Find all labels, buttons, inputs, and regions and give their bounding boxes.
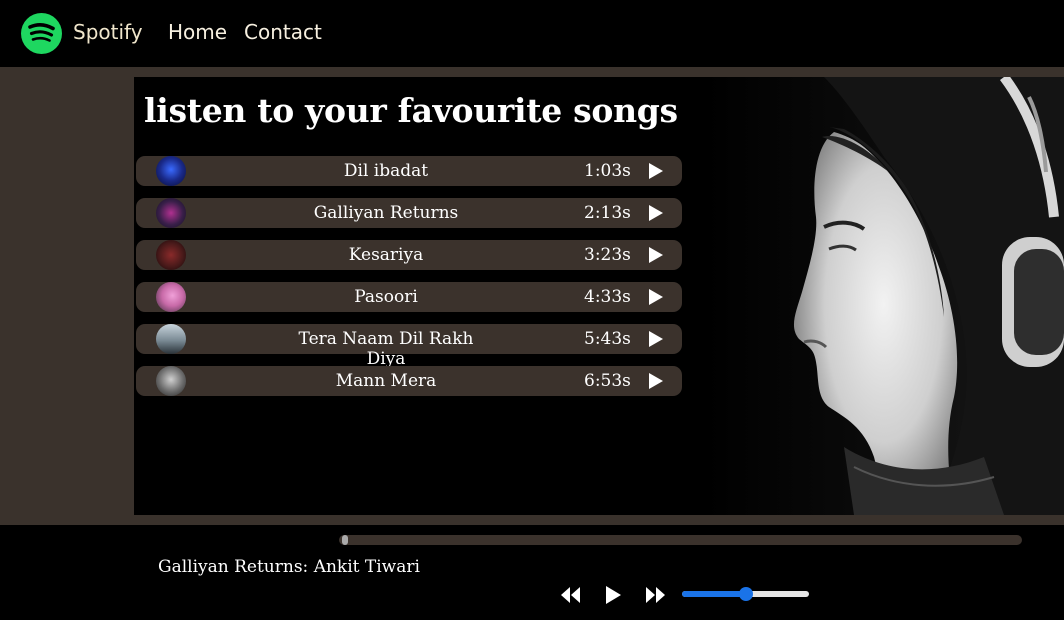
song-title: Kesariya bbox=[348, 245, 424, 265]
progress-bar[interactable] bbox=[339, 535, 1022, 545]
song-cover-image bbox=[156, 366, 186, 396]
volume-fill bbox=[682, 591, 746, 597]
page-heading: listen to your favourite songs bbox=[144, 91, 678, 130]
song-duration: 5:43s bbox=[584, 329, 631, 349]
play-icon[interactable] bbox=[603, 585, 627, 605]
song-cover-image bbox=[156, 324, 186, 354]
volume-thumb[interactable] bbox=[739, 587, 753, 601]
brand-name: Spotify bbox=[73, 20, 143, 44]
fast-forward-icon[interactable] bbox=[644, 585, 668, 605]
song-cover-image bbox=[156, 156, 186, 186]
song-play-icon[interactable] bbox=[647, 204, 665, 222]
song-duration: 1:03s bbox=[584, 161, 631, 181]
song-cover-image bbox=[156, 198, 186, 228]
song-play-icon[interactable] bbox=[647, 162, 665, 180]
song-title: Pasoori bbox=[354, 287, 418, 307]
song-title: Mann Mera bbox=[335, 371, 437, 391]
song-cover-image bbox=[156, 240, 186, 270]
progress-thumb[interactable] bbox=[342, 535, 348, 545]
nav-contact-link[interactable]: Contact bbox=[244, 20, 322, 44]
song-title: Galliyan Returns bbox=[313, 203, 459, 223]
song-duration: 4:33s bbox=[584, 287, 631, 307]
song-item[interactable]: Mann Mera 6:53s bbox=[136, 366, 682, 396]
song-play-icon[interactable] bbox=[647, 372, 665, 390]
song-duration: 6:53s bbox=[584, 371, 631, 391]
now-playing-text: Galliyan Returns: Ankit Tiwari bbox=[158, 557, 420, 577]
nav-home-link[interactable]: Home bbox=[168, 20, 227, 44]
banner-image bbox=[704, 77, 1064, 515]
song-play-icon[interactable] bbox=[647, 330, 665, 348]
song-duration: 3:23s bbox=[584, 245, 631, 265]
song-item[interactable]: Pasoori 4:33s bbox=[136, 282, 682, 312]
song-title: Tera Naam Dil Rakh Diya bbox=[298, 329, 474, 369]
song-play-icon[interactable] bbox=[647, 288, 665, 306]
song-play-icon[interactable] bbox=[647, 246, 665, 264]
song-item[interactable]: Kesariya 3:23s bbox=[136, 240, 682, 270]
song-cover-image bbox=[156, 282, 186, 312]
volume-slider[interactable] bbox=[682, 587, 809, 601]
navbar: Spotify Home Contact bbox=[0, 0, 1064, 67]
song-item[interactable]: Dil ibadat 1:03s bbox=[136, 156, 682, 186]
song-title: Dil ibadat bbox=[343, 161, 429, 181]
song-list-container: listen to your favourite songs Dil ibada… bbox=[134, 77, 1064, 515]
song-duration: 2:13s bbox=[584, 203, 631, 223]
rewind-icon[interactable] bbox=[559, 585, 583, 605]
player-bar: Galliyan Returns: Ankit Tiwari bbox=[0, 525, 1064, 620]
song-item[interactable]: Galliyan Returns 2:13s bbox=[136, 198, 682, 228]
spotify-logo-icon[interactable] bbox=[21, 13, 62, 54]
song-item[interactable]: Tera Naam Dil Rakh Diya 5:43s bbox=[136, 324, 682, 369]
